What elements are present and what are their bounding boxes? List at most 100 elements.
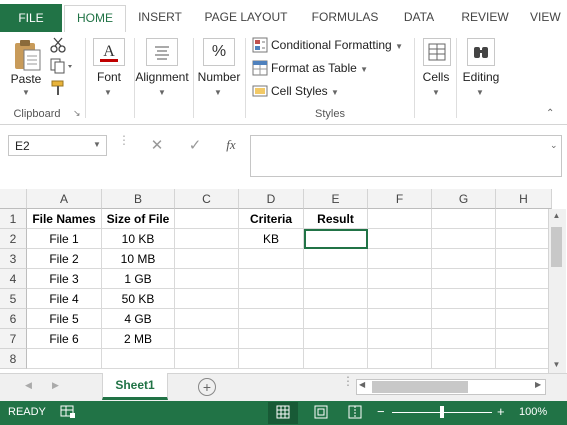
cut-icon[interactable]	[50, 37, 66, 53]
cells-icon[interactable]	[423, 38, 451, 66]
editing-button[interactable]: Editing	[458, 70, 504, 84]
scroll-up-icon[interactable]: ▲	[551, 211, 562, 220]
cell-b3[interactable]: 10 MB	[102, 249, 175, 269]
column-header[interactable]: H	[496, 189, 552, 209]
cell-g3[interactable]	[432, 249, 496, 269]
vertical-scroll-thumb[interactable]	[551, 227, 562, 267]
find-icon[interactable]	[467, 38, 495, 66]
cell-h5[interactable]	[496, 289, 552, 309]
cell-c8[interactable]	[175, 349, 239, 369]
column-header[interactable]: B	[102, 189, 175, 209]
zoom-out-button[interactable]: −	[377, 404, 387, 419]
cell-g5[interactable]	[432, 289, 496, 309]
cell-b4[interactable]: 1 GB	[102, 269, 175, 289]
cell-d1[interactable]: Criteria	[239, 209, 304, 229]
cell-f3[interactable]	[368, 249, 432, 269]
row-header[interactable]: 8	[0, 349, 27, 369]
name-box-dropdown-icon[interactable]: ▼	[93, 140, 105, 149]
tab-data[interactable]: DATA	[396, 5, 442, 32]
zoom-in-button[interactable]: +	[497, 404, 507, 419]
cell-e1[interactable]: Result	[304, 209, 368, 229]
cell-a2[interactable]: File 1	[27, 229, 102, 249]
cell-styles-button[interactable]: Cell Styles ▼	[271, 81, 351, 101]
copy-icon[interactable]	[50, 58, 74, 74]
cell-c3[interactable]	[175, 249, 239, 269]
cell-c6[interactable]	[175, 309, 239, 329]
enter-formula-button[interactable]: ✓	[185, 136, 205, 154]
alignment-dropdown-icon[interactable]: ▼	[154, 88, 170, 97]
prev-sheet-icon[interactable]: ◀	[25, 380, 37, 391]
row-header[interactable]: 7	[0, 329, 27, 349]
cell-d2[interactable]: KB	[239, 229, 304, 249]
cell-h6[interactable]	[496, 309, 552, 329]
cell-a3[interactable]: File 2	[27, 249, 102, 269]
cell-f5[interactable]	[368, 289, 432, 309]
font-dropdown-icon[interactable]: ▼	[100, 88, 116, 97]
cell-b7[interactable]: 2 MB	[102, 329, 175, 349]
scroll-down-icon[interactable]: ▼	[551, 360, 562, 369]
paste-dropdown-icon[interactable]: ▼	[18, 88, 34, 97]
column-header[interactable]: F	[368, 189, 432, 209]
format-as-table-button[interactable]: Format as Table ▼	[271, 58, 381, 78]
worksheet-grid[interactable]: A B C D E F G H 1 File Names Size of File Criteria R…	[0, 189, 567, 373]
cell-d3[interactable]	[239, 249, 304, 269]
cells-dropdown-icon[interactable]: ▼	[428, 88, 444, 97]
cell-a5[interactable]: File 4	[27, 289, 102, 309]
cell-b1[interactable]: Size of File	[102, 209, 175, 229]
cell-c4[interactable]	[175, 269, 239, 289]
cell-f2[interactable]	[368, 229, 432, 249]
row-header[interactable]: 6	[0, 309, 27, 329]
cell-g1[interactable]	[432, 209, 496, 229]
cell-g4[interactable]	[432, 269, 496, 289]
cell-e4[interactable]	[304, 269, 368, 289]
page-layout-view-icon[interactable]	[314, 405, 328, 419]
cell-b8[interactable]	[102, 349, 175, 369]
horizontal-scroll-thumb[interactable]	[372, 381, 468, 393]
font-button[interactable]: Font	[88, 70, 130, 84]
cell-f8[interactable]	[368, 349, 432, 369]
cell-c7[interactable]	[175, 329, 239, 349]
font-color-icon[interactable]: A	[93, 38, 125, 66]
clipboard-launcher-icon[interactable]: ↘	[73, 108, 83, 119]
zoom-slider-thumb[interactable]	[440, 406, 444, 418]
tab-page-layout[interactable]: PAGE LAYOUT	[200, 5, 292, 32]
cell-c5[interactable]	[175, 289, 239, 309]
cell-h7[interactable]	[496, 329, 552, 349]
tab-insert[interactable]: INSERT	[134, 5, 186, 32]
tab-file[interactable]: FILE	[0, 4, 62, 32]
cell-g8[interactable]	[432, 349, 496, 369]
cell-b6[interactable]: 4 GB	[102, 309, 175, 329]
cell-e6[interactable]	[304, 309, 368, 329]
cell-b2[interactable]: 10 KB	[102, 229, 175, 249]
cells-button[interactable]: Cells	[418, 70, 454, 84]
cell-g7[interactable]	[432, 329, 496, 349]
cell-e2[interactable]	[304, 229, 368, 249]
cancel-formula-button[interactable]: ✕	[147, 136, 167, 154]
cell-d6[interactable]	[239, 309, 304, 329]
cell-a1[interactable]: File Names	[27, 209, 102, 229]
formula-input[interactable]	[250, 135, 562, 177]
row-header[interactable]: 3	[0, 249, 27, 269]
format-painter-icon[interactable]	[50, 80, 66, 96]
paste-icon[interactable]	[12, 38, 42, 72]
add-sheet-button[interactable]: +	[198, 378, 216, 396]
cell-e3[interactable]	[304, 249, 368, 269]
collapse-ribbon-icon[interactable]: ⌃	[546, 108, 560, 119]
cell-f7[interactable]	[368, 329, 432, 349]
paste-button[interactable]: Paste	[6, 72, 46, 86]
next-sheet-icon[interactable]: ▶	[52, 380, 64, 391]
cell-e7[interactable]	[304, 329, 368, 349]
cell-d5[interactable]	[239, 289, 304, 309]
cell-a6[interactable]: File 5	[27, 309, 102, 329]
cell-d4[interactable]	[239, 269, 304, 289]
tab-view[interactable]: VIEW	[530, 5, 566, 32]
insert-function-button[interactable]: fx	[220, 137, 242, 153]
cell-g2[interactable]	[432, 229, 496, 249]
cell-h2[interactable]	[496, 229, 552, 249]
cell-a4[interactable]: File 3	[27, 269, 102, 289]
cell-h4[interactable]	[496, 269, 552, 289]
cell-h1[interactable]	[496, 209, 552, 229]
expand-formula-bar-icon[interactable]: ⌄	[550, 140, 560, 151]
cell-h3[interactable]	[496, 249, 552, 269]
tab-split-icon[interactable]: ⋮	[342, 375, 354, 387]
